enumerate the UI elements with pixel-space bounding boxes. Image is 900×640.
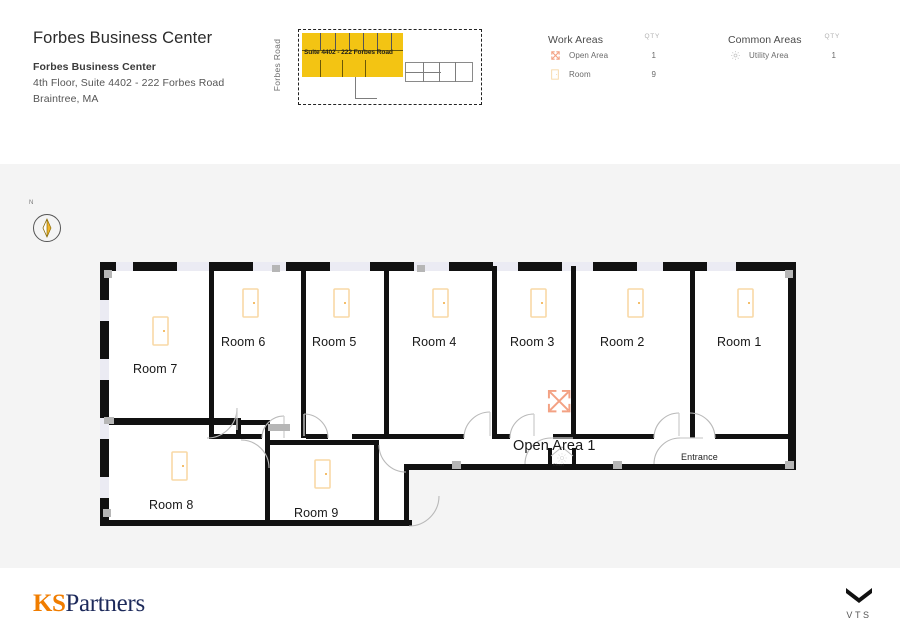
- wall-room3-bottom-left: [492, 434, 510, 439]
- address-block: Forbes Business Center Forbes Business C…: [33, 28, 273, 105]
- room-label-room-9[interactable]: Room 9: [294, 506, 338, 520]
- room-label-room-3[interactable]: Room 3: [510, 335, 554, 349]
- floorplan-page: Forbes Business Center Forbes Business C…: [0, 0, 900, 640]
- wall-room4-room3: [492, 266, 497, 438]
- plan-canvas: N Room 7 Room 6 Room 5 Room 4 Room 3 Roo…: [0, 164, 900, 568]
- wall-room8-top: [109, 420, 269, 425]
- label-entrance: Entrance: [681, 452, 718, 462]
- legend-label: Utility Area: [749, 51, 789, 60]
- legend-row-room[interactable]: Room 9: [548, 65, 668, 84]
- key-plan-frame: Suite 4402 - 222 Forbes Road: [298, 29, 482, 105]
- wall-room5-room4: [384, 266, 389, 438]
- legend-header: Common Areas QTY: [728, 30, 848, 46]
- legend-count: 1: [831, 51, 836, 60]
- gear-icon: [728, 50, 742, 62]
- footer: KSPartners VTS: [0, 568, 900, 640]
- label-closet: Closet: [553, 463, 564, 467]
- room-label-room-5[interactable]: Room 5: [312, 335, 356, 349]
- legend-title: Common Areas: [728, 34, 802, 46]
- legend-title: Work Areas: [548, 34, 604, 46]
- legend-row-open-area[interactable]: Open Area 1: [548, 46, 668, 65]
- wall-room6-room5: [301, 266, 306, 438]
- legend-qty-header: QTY: [644, 33, 660, 40]
- wall-corridor-left: [404, 464, 409, 526]
- room-label-room-6[interactable]: Room 6: [221, 335, 265, 349]
- legend-row-utility-area[interactable]: Utility Area 1: [728, 46, 848, 65]
- room-label-room-7[interactable]: Room 7: [133, 362, 177, 376]
- wall-room9-right: [374, 445, 379, 526]
- key-plan: Forbes Road Suite 4402 - 222 Forbes Road: [270, 29, 482, 105]
- brand-ks: KS: [33, 590, 66, 617]
- ks-partners-logo: KSPartners: [33, 590, 145, 618]
- expand-arrows-icon: [548, 50, 562, 62]
- legend-label: Open Area: [569, 51, 609, 60]
- room-label-room-2[interactable]: Room 2: [600, 335, 644, 349]
- key-plan-road-label: Forbes Road: [272, 38, 282, 92]
- legend-qty-header: QTY: [824, 33, 840, 40]
- legend-label: Room: [569, 70, 591, 79]
- door-icon: [548, 69, 562, 81]
- address-line-1: 4th Floor, Suite 4402 - 222 Forbes Road: [33, 76, 225, 89]
- legend-header: Work Areas QTY: [548, 30, 668, 46]
- address-line-2: Braintree, MA: [33, 92, 99, 105]
- page-title: Forbes Business Center: [33, 29, 213, 47]
- legend-count: 9: [651, 70, 656, 79]
- room-label-room-1[interactable]: Room 1: [717, 335, 761, 349]
- vts-chevron-icon: [846, 588, 872, 603]
- header: Forbes Business Center Forbes Business C…: [0, 0, 900, 164]
- legend-count: 1: [651, 51, 656, 60]
- building-name: Forbes Business Center: [33, 60, 156, 73]
- wall-room7-room6: [209, 266, 214, 438]
- room-label-room-4[interactable]: Room 4: [412, 335, 456, 349]
- wall-room9-top: [269, 440, 379, 445]
- legend-common-areas: Common Areas QTY Utility Area 1: [728, 30, 848, 65]
- room-label-room-8[interactable]: Room 8: [149, 498, 193, 512]
- brand-partners: Partners: [65, 590, 145, 617]
- room-label-open-area-1[interactable]: Open Area 1: [513, 438, 596, 454]
- wall-room5-bottom-left: [306, 434, 328, 439]
- wall-room4-bottom: [389, 434, 464, 439]
- wall-room5-bottom-right: [352, 434, 389, 439]
- wall-room8-room9: [265, 420, 270, 526]
- key-plan-suite-label: Suite 4402 - 222 Forbes Road: [304, 49, 393, 56]
- wall-room2-room1: [690, 266, 695, 438]
- legend-work-areas: Work Areas QTY Open Area 1 Room 9: [548, 30, 668, 84]
- wall-room1-bottom: [715, 434, 796, 439]
- wall-room3-room2: [571, 266, 576, 438]
- vts-logo: VTS: [838, 586, 880, 620]
- vts-wordmark: VTS: [846, 610, 872, 620]
